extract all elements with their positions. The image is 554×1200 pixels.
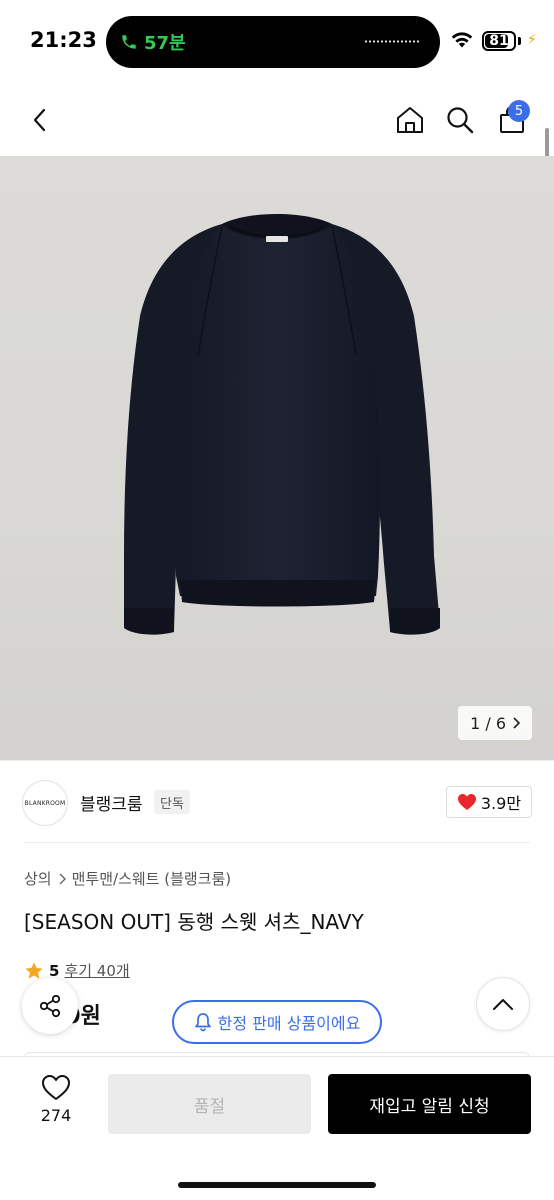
battery-level: 81 <box>489 33 509 49</box>
image-counter-text: 1 / 6 <box>470 713 506 733</box>
rating-row[interactable]: 5 후기 40개 <box>24 960 130 981</box>
brand-divider <box>24 842 530 843</box>
breadcrumb: 상의 맨투맨/스웨트 (블랭크룸) <box>24 868 231 889</box>
wishlist-button[interactable]: 274 <box>24 1074 88 1125</box>
status-bar: 21:23 57분 81 ⚡ <box>0 0 554 84</box>
wishlist-count: 274 <box>40 1106 72 1125</box>
bell-icon <box>194 1013 211 1032</box>
limited-sale-banner[interactable]: 한정 판매 상품이에요 <box>172 1000 382 1044</box>
restock-alert-button[interactable]: 재입고 알림 신청 <box>328 1074 531 1134</box>
rating-score: 5 <box>49 961 60 980</box>
charging-bolt-icon: ⚡ <box>527 32 537 48</box>
search-icon <box>447 107 474 134</box>
brand-logo-text: BLANKROOM <box>24 799 66 807</box>
breadcrumb-category-sub[interactable]: 맨투맨/스웨트 (블랭크룸) <box>72 868 232 889</box>
brand-logo[interactable]: BLANKROOM <box>22 780 68 826</box>
home-button[interactable] <box>392 102 428 138</box>
call-indicator[interactable]: 57분 <box>120 29 186 55</box>
soldout-button[interactable]: 품절 <box>108 1074 311 1134</box>
heart-outline-icon <box>42 1075 70 1100</box>
audio-waveform <box>364 40 420 43</box>
chevron-left-icon <box>33 108 46 132</box>
product-photo <box>124 214 440 635</box>
share-icon <box>39 994 61 1018</box>
phone-icon <box>122 35 136 49</box>
battery-indicator: 81 <box>482 31 516 51</box>
home-icon <box>397 107 423 133</box>
search-button[interactable] <box>442 102 478 138</box>
chevron-right-icon <box>513 717 520 729</box>
exclusive-badge: 단독 <box>154 790 190 814</box>
product-image-carousel[interactable]: 1 / 6 <box>0 156 554 760</box>
top-navigation <box>0 84 554 156</box>
review-count-link[interactable]: 후기 40개 <box>64 960 129 981</box>
image-counter[interactable]: 1 / 6 <box>458 706 532 740</box>
star-icon <box>25 962 43 979</box>
battery-tip <box>518 37 521 45</box>
chevron-up-icon <box>493 999 513 1010</box>
home-indicator[interactable] <box>178 1182 376 1188</box>
brand-name[interactable]: 블랭크룸 <box>80 790 143 815</box>
call-duration: 57분 <box>144 33 186 54</box>
like-button[interactable]: 3.9만 <box>446 786 532 818</box>
chevron-right-icon <box>59 873 66 884</box>
like-count: 3.9만 <box>480 794 522 813</box>
heart-icon <box>457 794 476 810</box>
limited-sale-text: 한정 판매 상품이에요 <box>217 1014 361 1033</box>
scroll-to-top-button[interactable] <box>476 977 530 1031</box>
wifi-icon <box>451 32 473 48</box>
product-title: [SEASON OUT] 동행 스웻 셔츠_NAVY <box>24 910 364 934</box>
section-divider <box>0 760 554 761</box>
share-button[interactable] <box>22 978 78 1034</box>
dynamic-island[interactable]: 57분 <box>106 16 440 68</box>
back-button[interactable] <box>22 102 58 138</box>
status-time: 21:23 <box>30 28 97 52</box>
breadcrumb-category-main[interactable]: 상의 <box>24 868 52 889</box>
cart-count-badge: 5 <box>508 100 530 122</box>
